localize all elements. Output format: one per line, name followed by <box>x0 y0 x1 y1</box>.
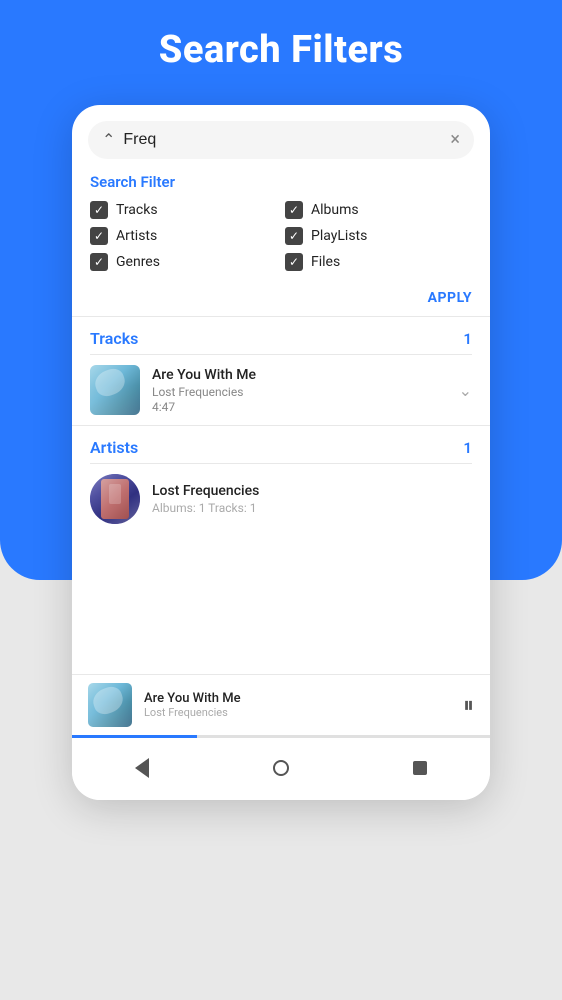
checkbox-artists[interactable] <box>90 227 108 245</box>
apply-button[interactable]: APPLY <box>428 290 472 306</box>
progress-bar <box>72 735 490 738</box>
filter-item-tracks[interactable]: Tracks <box>90 201 277 219</box>
track-info: Are You With Me Lost Frequencies 4:47 <box>152 367 447 414</box>
stop-icon <box>413 761 427 775</box>
track-expand-icon[interactable]: ⌄ <box>459 381 472 400</box>
nav-bar <box>72 738 490 800</box>
artist-name: Lost Frequencies <box>152 483 472 499</box>
track-item[interactable]: Are You With Me Lost Frequencies 4:47 ⌄ <box>90 355 472 425</box>
artists-section: Artists 1 Lost Frequencies Albums: 1 Tra… <box>72 426 490 534</box>
artist-item[interactable]: Lost Frequencies Albums: 1 Tracks: 1 <box>90 464 472 534</box>
filter-label-playlists: PlayLists <box>311 228 367 244</box>
filter-label-albums: Albums <box>311 202 359 218</box>
nav-stop-button[interactable] <box>400 748 440 788</box>
filter-label-genres: Genres <box>116 254 160 270</box>
progress-bar-fill <box>72 735 197 738</box>
filter-item-albums[interactable]: Albums <box>285 201 472 219</box>
filter-section: Search Filter Tracks Albums Artists Play… <box>72 159 490 281</box>
page-title: Search Filters <box>0 28 562 72</box>
track-thumbnail <box>90 365 140 415</box>
checkbox-tracks[interactable] <box>90 201 108 219</box>
filter-item-artists[interactable]: Artists <box>90 227 277 245</box>
empty-space <box>72 534 490 674</box>
now-playing-name: Are You With Me <box>144 691 451 706</box>
now-playing-bar: Are You With Me Lost Frequencies ⏸ <box>72 674 490 735</box>
nav-back-button[interactable] <box>122 748 162 788</box>
chevron-up-icon[interactable]: ⌃ <box>102 132 115 148</box>
checkbox-genres[interactable] <box>90 253 108 271</box>
artist-avatar <box>90 474 140 524</box>
clear-icon[interactable]: × <box>450 131 460 149</box>
artists-section-title: Artists <box>90 438 138 457</box>
search-input[interactable] <box>123 131 442 149</box>
back-icon <box>135 758 149 778</box>
track-name: Are You With Me <box>152 367 447 383</box>
now-playing-artist: Lost Frequencies <box>144 706 451 719</box>
home-icon <box>273 760 289 776</box>
pause-button[interactable]: ⏸ <box>463 693 474 718</box>
track-artist: Lost Frequencies <box>152 385 447 399</box>
artist-info: Lost Frequencies Albums: 1 Tracks: 1 <box>152 483 472 515</box>
checkbox-files[interactable] <box>285 253 303 271</box>
tracks-section: Tracks 1 Are You With Me Lost Frequencie… <box>72 317 490 425</box>
tracks-header: Tracks 1 <box>90 317 472 355</box>
checkbox-playlists[interactable] <box>285 227 303 245</box>
filter-item-files[interactable]: Files <box>285 253 472 271</box>
filter-item-playlists[interactable]: PlayLists <box>285 227 472 245</box>
filter-title: Search Filter <box>90 173 472 191</box>
phone-card: ⌃ × Search Filter Tracks Albums Artists … <box>72 105 490 800</box>
filter-grid: Tracks Albums Artists PlayLists Genres <box>90 201 472 271</box>
track-duration: 4:47 <box>152 400 447 414</box>
filter-item-genres[interactable]: Genres <box>90 253 277 271</box>
now-playing-controls: ⏸ <box>463 693 474 718</box>
filter-label-files: Files <box>311 254 340 270</box>
tracks-count: 1 <box>463 330 472 348</box>
artist-meta: Albums: 1 Tracks: 1 <box>152 501 472 515</box>
tracks-section-title: Tracks <box>90 329 138 348</box>
apply-button-container: APPLY <box>72 281 490 316</box>
now-playing-info: Are You With Me Lost Frequencies <box>144 691 451 719</box>
nav-home-button[interactable] <box>261 748 301 788</box>
artists-count: 1 <box>463 439 472 457</box>
filter-label-tracks: Tracks <box>116 202 158 218</box>
now-playing-thumbnail <box>88 683 132 727</box>
checkbox-albums[interactable] <box>285 201 303 219</box>
search-bar: ⌃ × <box>88 121 474 159</box>
artists-header: Artists 1 <box>90 426 472 464</box>
filter-label-artists: Artists <box>116 228 157 244</box>
